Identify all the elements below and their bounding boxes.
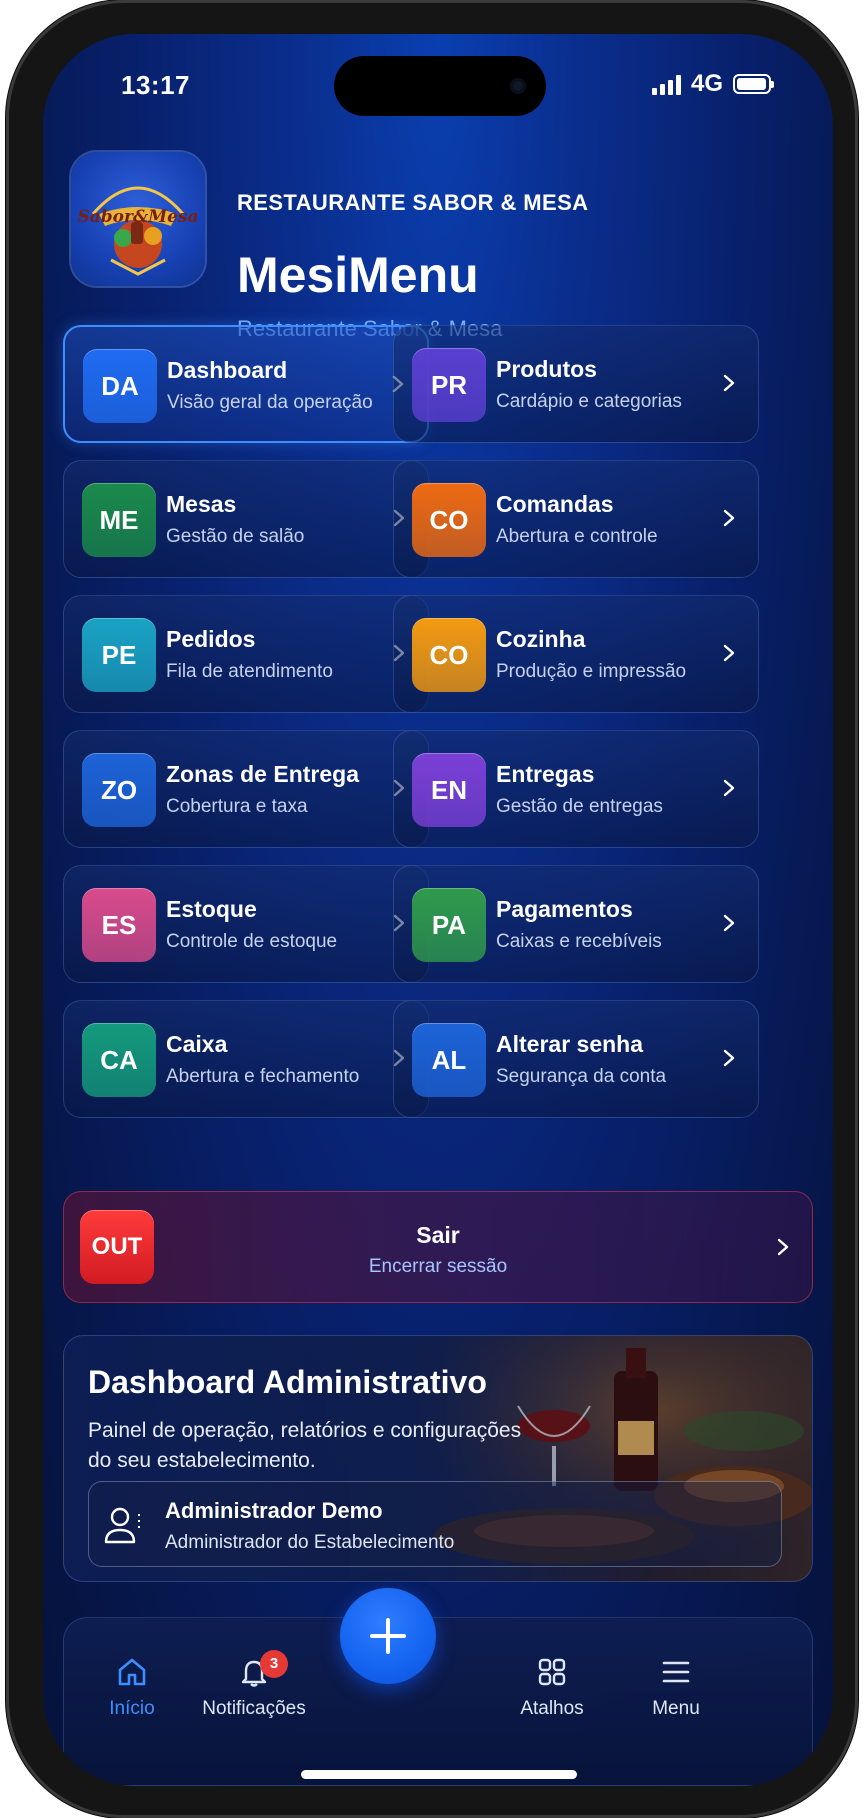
chevron-right-icon <box>777 1238 789 1256</box>
menu-card-desc: Segurança da conta <box>496 1066 667 1087</box>
notification-count-badge: 3 <box>260 1650 288 1678</box>
menu-card-title: Dashboard <box>167 357 288 383</box>
home-icon <box>118 1658 146 1686</box>
menu-card-title: Estoque <box>166 896 257 922</box>
menu-card-badge: PE <box>82 618 156 692</box>
logout-title: Sair <box>416 1222 460 1248</box>
menu-card-badge: PA <box>412 888 486 962</box>
menu-card-title: Cozinha <box>496 626 586 652</box>
logout-desc: Encerrar sessão <box>368 1256 508 1277</box>
user-icon <box>104 1507 140 1544</box>
home-indicator <box>301 1770 577 1779</box>
battery-icon <box>733 74 774 94</box>
chevron-right-icon <box>723 509 735 527</box>
restaurant-logo: Sabor&Mesa <box>71 152 205 286</box>
tab-home[interactable]: Início <box>62 1656 202 1720</box>
menu-card-badge: EN <box>412 753 486 827</box>
add-button[interactable] <box>340 1588 436 1684</box>
svg-text:Sabor&Mesa: Sabor&Mesa <box>77 207 198 227</box>
menu-card-badge: PR <box>412 348 486 422</box>
chevron-right-icon <box>723 644 735 662</box>
admin-card-desc: Painel de operação, relatórios e configu… <box>88 1419 522 1472</box>
menu-card-desc: Gestão de entregas <box>496 796 663 817</box>
tab-menu-label: Menu <box>652 1698 700 1719</box>
menu-card-title: Caixa <box>166 1031 228 1057</box>
app-screen: 13:17 4G Sabor&Mesa RESTAURANTE SABOR & … <box>43 34 833 1786</box>
menu-card-badge: CO <box>412 618 486 692</box>
menu-card-zonas-de-entrega[interactable]: ZO Zonas de Entrega Cobertura e taxa <box>63 730 429 848</box>
dynamic-island <box>334 56 546 116</box>
grid-icon <box>538 1658 566 1686</box>
menu-card-badge: CA <box>82 1023 156 1097</box>
chevron-right-icon <box>723 1049 735 1067</box>
menu-card-cozinha[interactable]: CO Cozinha Produção e impressão <box>393 595 759 713</box>
menu-card-desc: Abertura e fechamento <box>166 1066 360 1087</box>
menu-card-badge: AL <box>412 1023 486 1097</box>
menu-card-pagamentos[interactable]: PA Pagamentos Caixas e recebíveis <box>393 865 759 983</box>
menu-card-badge: ZO <box>82 753 156 827</box>
status-indicators: 4G <box>651 70 774 98</box>
logout-button[interactable]: OUT Sair Encerrar sessão <box>63 1191 813 1303</box>
hamburger-icon <box>662 1661 690 1683</box>
network-label: 4G <box>690 70 723 97</box>
menu-card-dashboard[interactable]: DA Dashboard Visão geral da operação <box>63 325 429 443</box>
tab-shortcuts[interactable]: Atalhos <box>482 1656 622 1720</box>
signal-icon <box>651 73 681 95</box>
menu-card-desc: Fila de atendimento <box>166 661 333 682</box>
menu-card-title: Alterar senha <box>496 1031 644 1057</box>
tab-notifications-label: Notificações <box>202 1698 306 1719</box>
menu-card-estoque[interactable]: ES Estoque Controle de estoque <box>63 865 429 983</box>
menu-card-title: Mesas <box>166 491 237 517</box>
menu-card-badge: ES <box>82 888 156 962</box>
menu-card-desc: Cobertura e taxa <box>166 796 308 817</box>
menu-card-desc: Gestão de salão <box>166 526 305 547</box>
menu-card-title: Pedidos <box>166 626 256 652</box>
plus-icon <box>370 1618 406 1654</box>
menu-card-title: Pagamentos <box>496 896 633 922</box>
tab-home-label: Início <box>109 1698 155 1719</box>
chevron-right-icon <box>723 374 735 392</box>
menu-card-desc: Produção e impressão <box>496 661 687 682</box>
menu-card-desc: Visão geral da operação <box>167 392 373 413</box>
admin-card-title: Dashboard Administrativo <box>88 1364 487 1400</box>
app-title: MesiMenu <box>237 247 479 303</box>
tab-shortcuts-label: Atalhos <box>520 1698 584 1719</box>
menu-card-caixa[interactable]: CA Caixa Abertura e fechamento <box>63 1000 429 1118</box>
admin-dashboard-card[interactable]: Dashboard Administrativo Painel de opera… <box>63 1335 813 1582</box>
bottom-tab-bar: Início 3 Notificações Atalhos Menu <box>62 1588 813 1786</box>
chevron-right-icon <box>723 779 735 797</box>
menu-card-title: Zonas de Entrega <box>166 761 359 787</box>
admin-user-name: Administrador Demo <box>165 1498 383 1523</box>
menu-card-alterar-senha[interactable]: AL Alterar senha Segurança da conta <box>393 1000 759 1118</box>
menu-card-badge: DA <box>83 349 157 423</box>
org-name: RESTAURANTE SABOR & MESA <box>237 190 589 215</box>
menu-card-desc: Cardápio e categorias <box>496 391 682 412</box>
tab-menu[interactable]: Menu <box>606 1656 746 1720</box>
menu-card-produtos[interactable]: PR Produtos Cardápio e categorias <box>393 325 759 443</box>
menu-card-title: Comandas <box>496 491 614 517</box>
menu-card-entregas[interactable]: EN Entregas Gestão de entregas <box>393 730 759 848</box>
menu-card-desc: Caixas e recebíveis <box>496 931 662 952</box>
menu-card-title: Entregas <box>496 761 595 787</box>
menu-card-mesas[interactable]: ME Mesas Gestão de salão <box>63 460 429 578</box>
menu-card-desc: Controle de estoque <box>166 931 338 952</box>
admin-user-box: Administrador Demo Administrador do Esta… <box>88 1481 782 1567</box>
menu-card-badge: CO <box>412 483 486 557</box>
menu-card-pedidos[interactable]: PE Pedidos Fila de atendimento <box>63 595 429 713</box>
menu-card-badge: ME <box>82 483 156 557</box>
menu-card-desc: Abertura e controle <box>496 526 658 547</box>
menu-card-comandas[interactable]: CO Comandas Abertura e controle <box>393 460 759 578</box>
status-time: 13:17 <box>121 70 190 100</box>
tab-notifications[interactable]: 3 Notificações <box>184 1650 324 1720</box>
chevron-right-icon <box>723 914 735 932</box>
admin-user-role: Administrador do Estabelecimento <box>165 1532 455 1553</box>
menu-card-title: Produtos <box>496 356 597 382</box>
phone-frame: 13:17 4G Sabor&Mesa RESTAURANTE SABOR & … <box>6 0 858 1818</box>
